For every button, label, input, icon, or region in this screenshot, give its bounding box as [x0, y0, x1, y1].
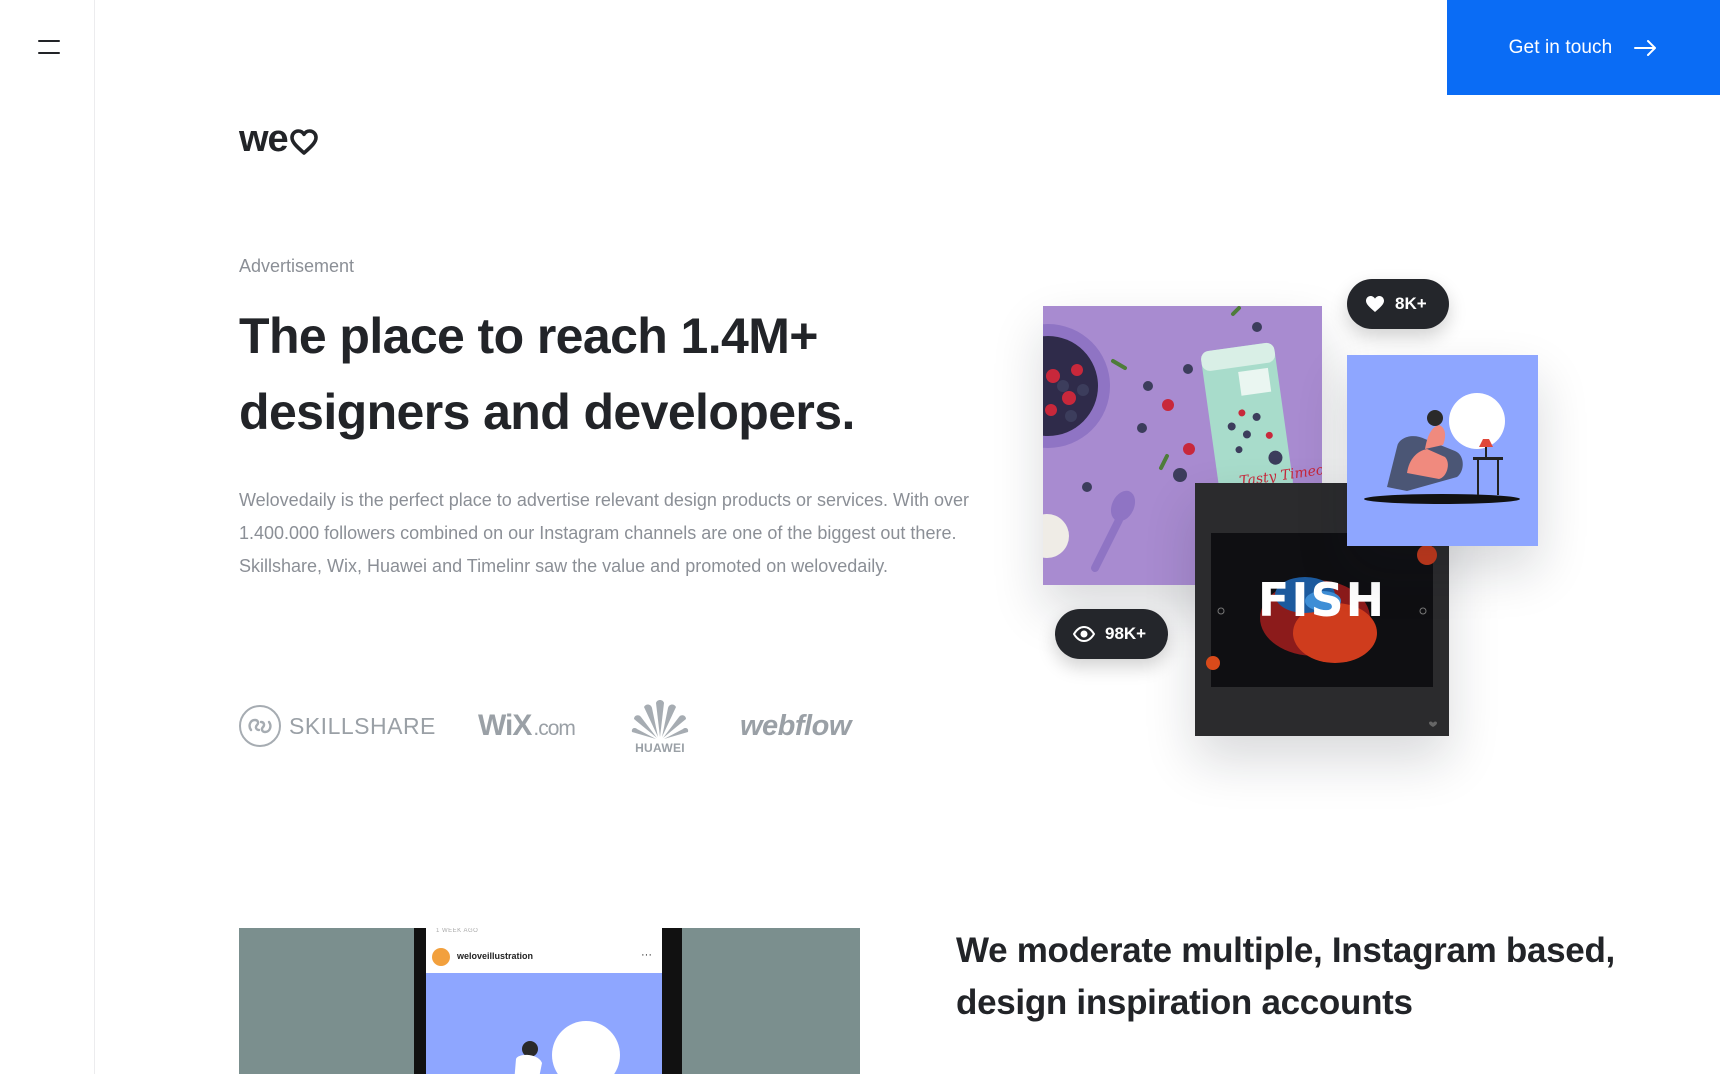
instagram-username: weloveillustration	[457, 951, 534, 961]
hero-headline: The place to reach 1.4M+ designers and d…	[239, 308, 855, 440]
skillshare-logo: SKILLSHARE	[239, 696, 436, 756]
section-eyebrow: Advertisement	[239, 256, 355, 276]
site-logo[interactable]: we	[239, 120, 318, 158]
wix-text: WiX	[478, 709, 532, 742]
likes-count: 8K+	[1395, 294, 1427, 313]
heart-icon	[289, 129, 318, 155]
skillshare-mark-icon	[239, 705, 281, 747]
post-timestamp: 1 WEEK AGO	[436, 928, 479, 934]
webflow-text: webflow	[740, 709, 851, 742]
likes-stat-badge: 8K+	[1347, 279, 1449, 329]
more-options-icon: ···	[641, 949, 652, 961]
instagram-post-header: 1 WEEK AGO weloveillustration ···	[426, 928, 662, 973]
huawei-logo: HUAWEI	[631, 696, 689, 756]
instagram-preview-image: 1 WEEK AGO weloveillustration ···	[239, 928, 860, 1074]
illustration-card-image	[1347, 355, 1538, 546]
huawei-text: HUAWEI	[635, 741, 685, 755]
eye-icon	[1073, 626, 1095, 642]
logo-wordmark: we	[239, 118, 289, 160]
views-stat-badge: 98K+	[1055, 609, 1169, 659]
get-in-touch-button[interactable]: Get in touch	[1447, 0, 1720, 95]
fish-title-text: FISH	[1258, 573, 1386, 627]
views-count: 98K+	[1105, 624, 1147, 643]
webflow-logo: webflow	[740, 696, 851, 756]
skillshare-text: SKILLSHARE	[289, 712, 436, 739]
phone-screen: 1 WEEK AGO weloveillustration ···	[426, 928, 662, 1074]
menu-icon[interactable]	[38, 40, 60, 56]
huawei-flower-icon	[631, 700, 689, 739]
wix-suffix: .com	[533, 717, 576, 740]
showcase-collage: Tasty Timeout FISH 8K+ 98K+	[1040, 278, 1560, 758]
phone-mockup: 1 WEEK AGO weloveillustration ···	[414, 928, 682, 1074]
left-rail	[0, 0, 95, 1074]
section-title: We moderate multiple, Instagram based, d…	[956, 931, 1615, 1022]
partner-logos: SKILLSHARE WiX .com HUAWEI webflow	[239, 696, 879, 756]
get-in-touch-label: Get in touch	[1508, 36, 1613, 58]
avatar	[432, 948, 450, 966]
wix-logo: WiX .com	[478, 696, 576, 756]
arrow-right-icon	[1634, 39, 1657, 56]
instagram-post-image	[426, 973, 662, 1074]
hero-description: Welovedaily is the perfect place to adve…	[239, 490, 970, 576]
heart-icon	[1366, 296, 1384, 312]
